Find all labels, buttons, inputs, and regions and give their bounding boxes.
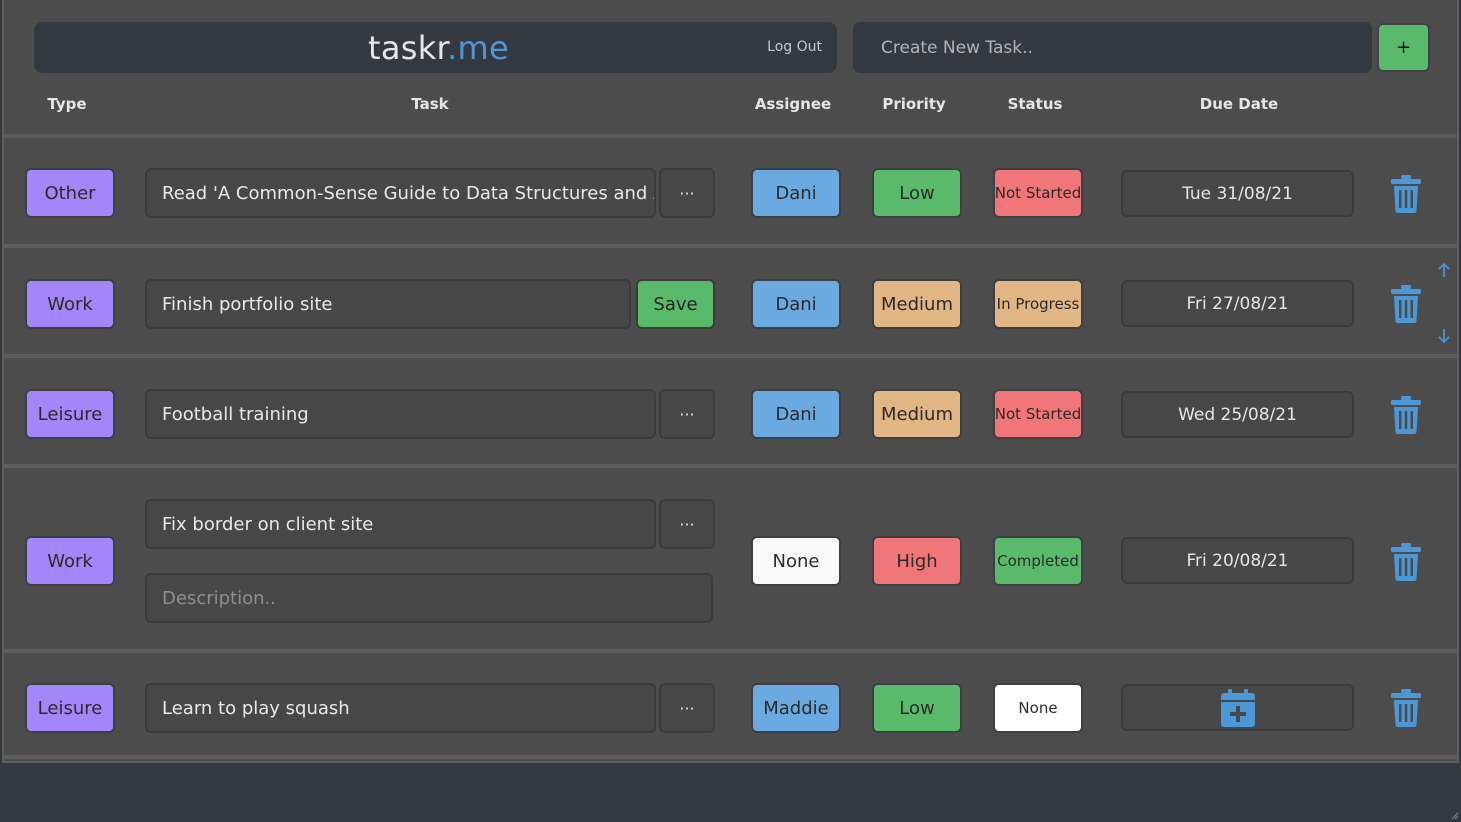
app-logo: taskr.me (368, 29, 509, 67)
column-header-assignee: Assignee (754, 95, 832, 113)
type-tag[interactable]: Work (25, 536, 115, 586)
task-row: Leisure Learn to play squash ··· Maddie … (4, 649, 1457, 759)
more-button[interactable]: ··· (659, 389, 715, 439)
status-tag[interactable]: Completed (993, 536, 1083, 586)
trash-icon[interactable] (1390, 396, 1422, 434)
more-button[interactable]: ··· (659, 168, 715, 218)
trash-icon[interactable] (1390, 689, 1422, 727)
description-field[interactable]: Description.. (145, 573, 713, 623)
due-date-field[interactable]: Fri 20/08/21 (1121, 537, 1354, 584)
task-row: Leisure Football training ··· Dani Mediu… (4, 354, 1457, 464)
task-title-field[interactable]: Learn to play squash (145, 683, 656, 733)
column-header-status: Status (1007, 95, 1063, 113)
priority-tag[interactable]: Medium (872, 389, 962, 439)
due-date-field[interactable]: Wed 25/08/21 (1121, 391, 1354, 438)
new-task-input[interactable] (853, 22, 1372, 73)
priority-tag[interactable]: Medium (872, 279, 962, 329)
brand-dot: .me (447, 29, 510, 67)
priority-tag[interactable]: High (872, 536, 962, 586)
status-tag[interactable]: In Progress (993, 279, 1083, 329)
trash-icon[interactable] (1390, 285, 1422, 323)
assignee-tag[interactable]: Maddie (751, 683, 841, 733)
move-up-arrow-icon[interactable] (1437, 262, 1451, 278)
priority-tag[interactable]: Low (872, 168, 962, 218)
due-date-field[interactable]: Fri 27/08/21 (1121, 280, 1354, 327)
column-header-task: Task (411, 95, 449, 113)
priority-tag[interactable]: Low (872, 683, 962, 733)
assignee-tag[interactable]: None (751, 536, 841, 586)
due-date-field[interactable]: Tue 31/08/21 (1121, 170, 1354, 217)
brand-bar: taskr.me Log Out (34, 22, 837, 73)
assignee-tag[interactable]: Dani (751, 168, 841, 218)
column-header-type: Type (47, 95, 87, 113)
type-tag[interactable]: Work (25, 279, 115, 329)
task-row: Other Read 'A Common-Sense Guide to Data… (4, 134, 1457, 244)
task-title-field[interactable]: Football training (145, 389, 656, 439)
trash-icon[interactable] (1390, 543, 1422, 581)
column-header-due-date: Due Date (1199, 95, 1279, 113)
status-tag[interactable]: Not Started (993, 389, 1083, 439)
more-button[interactable]: ··· (659, 499, 715, 549)
status-tag[interactable]: None (993, 683, 1083, 733)
due-date-field[interactable] (1121, 684, 1354, 731)
task-app: taskr.me Log Out + Type Task Assignee Pr… (2, 0, 1459, 763)
assignee-tag[interactable]: Dani (751, 389, 841, 439)
type-tag[interactable]: Leisure (25, 389, 115, 439)
save-button[interactable]: Save (636, 279, 715, 329)
status-tag[interactable]: Not Started (993, 168, 1083, 218)
task-row: Work Fix border on client site ··· Descr… (4, 464, 1457, 649)
logout-link[interactable]: Log Out (767, 39, 822, 55)
task-title-field[interactable]: Fix border on client site (145, 499, 656, 549)
add-task-button[interactable]: + (1377, 23, 1430, 72)
header: taskr.me Log Out + Type Task Assignee Pr… (4, 0, 1457, 134)
task-row: Work Finish portfolio site Save Dani Med… (4, 244, 1457, 354)
task-title-field[interactable]: Finish portfolio site (145, 279, 631, 329)
move-down-arrow-icon[interactable] (1437, 328, 1451, 344)
type-tag[interactable]: Other (25, 168, 115, 218)
more-button[interactable]: ··· (659, 683, 715, 733)
calendar-plus-icon (1220, 688, 1255, 727)
column-header-priority: Priority (882, 95, 946, 113)
type-tag[interactable]: Leisure (25, 683, 115, 733)
resize-grip-icon[interactable] (1449, 810, 1459, 820)
brand-main: taskr (368, 29, 448, 67)
assignee-tag[interactable]: Dani (751, 279, 841, 329)
task-title-field[interactable]: Read 'A Common-Sense Guide to Data Struc… (145, 168, 656, 218)
trash-icon[interactable] (1390, 175, 1422, 213)
